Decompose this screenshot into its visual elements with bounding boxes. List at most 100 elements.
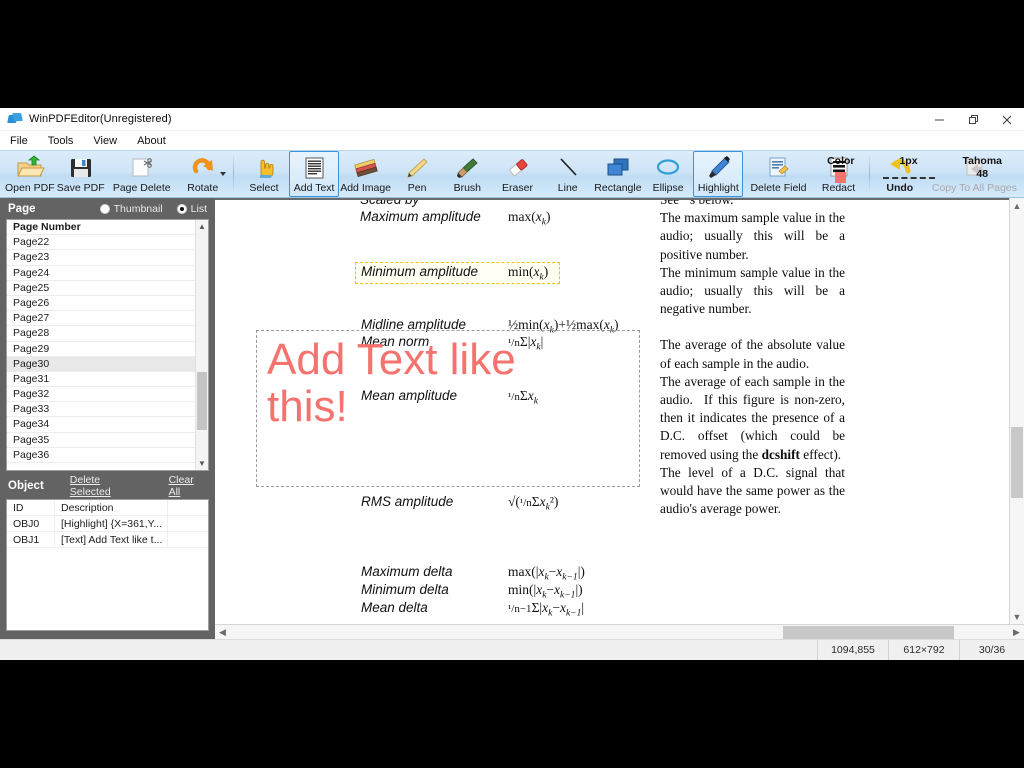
page-list-item[interactable]: Page31 [7, 372, 195, 388]
page-delete-button[interactable]: Page Delete [106, 151, 178, 197]
page-list-item[interactable]: Page28 [7, 326, 195, 342]
doc-vscroll-track[interactable] [1010, 213, 1024, 609]
page-delete-label: Page Delete [112, 182, 171, 194]
document-vertical-scrollbar[interactable]: ▲ ▼ [1009, 198, 1024, 624]
rectangle-button[interactable]: Rectangle [593, 151, 643, 197]
delete-field-icon [763, 155, 793, 181]
radio-list-icon[interactable] [176, 203, 187, 214]
page-list-item[interactable]: Page23 [7, 250, 195, 266]
doc-scroll-up-icon[interactable]: ▲ [1010, 198, 1024, 213]
page-list-scrollbar[interactable]: ▲ ▼ [195, 220, 208, 470]
doc-hscroll-track[interactable] [230, 625, 1009, 640]
object-list-row[interactable]: OBJ1 [Text] Add Text like t... [7, 532, 208, 548]
open-pdf-button[interactable]: Open PDF [4, 151, 56, 197]
added-text-line-1: Add Text like [267, 335, 516, 384]
doc-scroll-down-icon[interactable]: ▼ [1010, 609, 1024, 624]
object-id: OBJ0 [7, 516, 55, 531]
minimize-icon[interactable] [922, 108, 956, 131]
doc-paragraph: See −s below. [660, 198, 734, 207]
line-width-preview [882, 177, 935, 179]
page-list-item[interactable]: Page24 [7, 266, 195, 281]
delete-selected-link[interactable]: Delete Selected [70, 474, 143, 498]
page-list-column-header: Page Number [7, 220, 195, 236]
restore-icon[interactable] [956, 108, 990, 131]
page-list[interactable]: Page Number Page22 Page23 Page24 Page25 … [6, 219, 209, 471]
pen-button[interactable]: Pen [392, 151, 442, 197]
object-panel-header: Object Delete Selected Clear All [0, 473, 215, 499]
radio-thumbnail-icon[interactable] [99, 203, 110, 214]
left-panel: Page Thumbnail List Page Number Page22 P… [0, 198, 215, 639]
view-mode-list[interactable]: List [176, 203, 207, 215]
view-mode-thumbnail-label: Thumbnail [113, 202, 163, 215]
line-label: Line [557, 182, 578, 194]
floppy-disk-icon [66, 155, 96, 181]
save-pdf-button[interactable]: Save PDF [56, 151, 106, 197]
doc-scroll-left-icon[interactable]: ◀ [215, 625, 230, 640]
page-list-item[interactable]: Page27 [7, 311, 195, 327]
page-list-item[interactable]: Page36 [7, 448, 195, 463]
chevron-down-icon[interactable] [219, 172, 226, 176]
document-horizontal-scrollbar[interactable]: ◀ ▶ [215, 624, 1024, 639]
page-list-item[interactable]: Page33 [7, 402, 195, 418]
page-list-item-selected[interactable]: Page30 [7, 356, 195, 372]
doc-hscroll-thumb[interactable] [783, 625, 955, 639]
line-width-property[interactable]: 1px [869, 151, 949, 179]
ellipse-button[interactable]: Ellipse [643, 151, 693, 197]
brush-button[interactable]: Brush [442, 151, 492, 197]
select-button[interactable]: Select [239, 151, 289, 197]
page-list-scroll-thumb[interactable] [197, 371, 207, 431]
page-panel-header: Page Thumbnail List [0, 198, 215, 219]
object-id: OBJ1 [7, 532, 55, 547]
added-text-annotation[interactable]: Add Text like this! [267, 336, 516, 430]
doc-formula: max(xk) [508, 209, 551, 228]
page-list-item[interactable]: Page25 [7, 281, 195, 296]
page-list-item[interactable]: Page32 [7, 387, 195, 403]
color-swatch[interactable] [835, 172, 847, 183]
close-icon[interactable] [990, 108, 1024, 131]
page-list-scroll-track[interactable] [196, 233, 208, 457]
pen-label: Pen [407, 182, 427, 194]
delete-field-button[interactable]: Delete Field [743, 151, 813, 197]
menu-item-about[interactable]: About [137, 135, 178, 147]
hand-pointer-icon [249, 155, 279, 181]
page-list-item[interactable]: Page35 [7, 433, 195, 448]
window-title: WinPDFEditor(Unregistered) [29, 113, 172, 125]
object-list-row[interactable]: OBJ0 [Highlight] {X=361,Y... [7, 516, 208, 532]
toolbar-separator [232, 153, 234, 193]
eraser-button[interactable]: Eraser [492, 151, 542, 197]
doc-paragraph-dcshift: The average of each sample in the audio.… [660, 373, 845, 462]
add-image-button[interactable]: Add Image [339, 151, 392, 197]
doc-term: Maximum amplitude [360, 209, 481, 224]
add-text-button[interactable]: Add Text [289, 151, 340, 197]
page-list-item[interactable]: Page26 [7, 296, 195, 312]
page-list-item[interactable]: Page29 [7, 342, 195, 357]
scroll-down-icon[interactable]: ▼ [196, 457, 208, 470]
pdf-page-canvas[interactable]: Scaled by Maximum amplitude max(xk) Mini… [215, 198, 1009, 624]
doc-term: Mean delta [361, 600, 428, 615]
menu-item-file[interactable]: File [10, 135, 40, 147]
font-property[interactable]: Tahoma 48 [949, 151, 1016, 181]
highlight-button[interactable]: Highlight [693, 151, 744, 197]
document-right-column: See −s below. The maximum sample value i… [660, 198, 845, 518]
add-image-label: Add Image [340, 182, 392, 194]
page-list-rows: Page Number Page22 Page23 Page24 Page25 … [7, 220, 195, 470]
doc-vscroll-thumb[interactable] [1011, 426, 1023, 499]
menu-item-tools[interactable]: Tools [48, 135, 86, 147]
color-property[interactable]: Color [813, 151, 868, 183]
rotate-button[interactable]: Rotate [178, 151, 228, 197]
doc-scroll-right-icon[interactable]: ▶ [1009, 625, 1024, 640]
highlight-label: Highlight [697, 182, 739, 194]
pen-icon [402, 155, 432, 181]
object-list[interactable]: ID Description OBJ0 [Highlight] {X=361,Y… [6, 499, 209, 631]
clear-all-link[interactable]: Clear All [169, 474, 207, 498]
view-mode-thumbnail[interactable]: Thumbnail [99, 202, 163, 215]
scroll-up-icon[interactable]: ▲ [196, 220, 208, 233]
page-list-item[interactable]: Page22 [7, 235, 195, 251]
page-list-item[interactable]: Page34 [7, 417, 195, 433]
winpdfeditor-logo-icon [7, 111, 23, 127]
menu-item-view[interactable]: View [93, 135, 129, 147]
rotate-label: Rotate [187, 182, 219, 194]
line-button[interactable]: Line [543, 151, 593, 197]
title-bar: WinPDFEditor(Unregistered) [0, 108, 1024, 131]
toolbar-properties: Color 1px Tahoma 48 [813, 151, 1016, 197]
